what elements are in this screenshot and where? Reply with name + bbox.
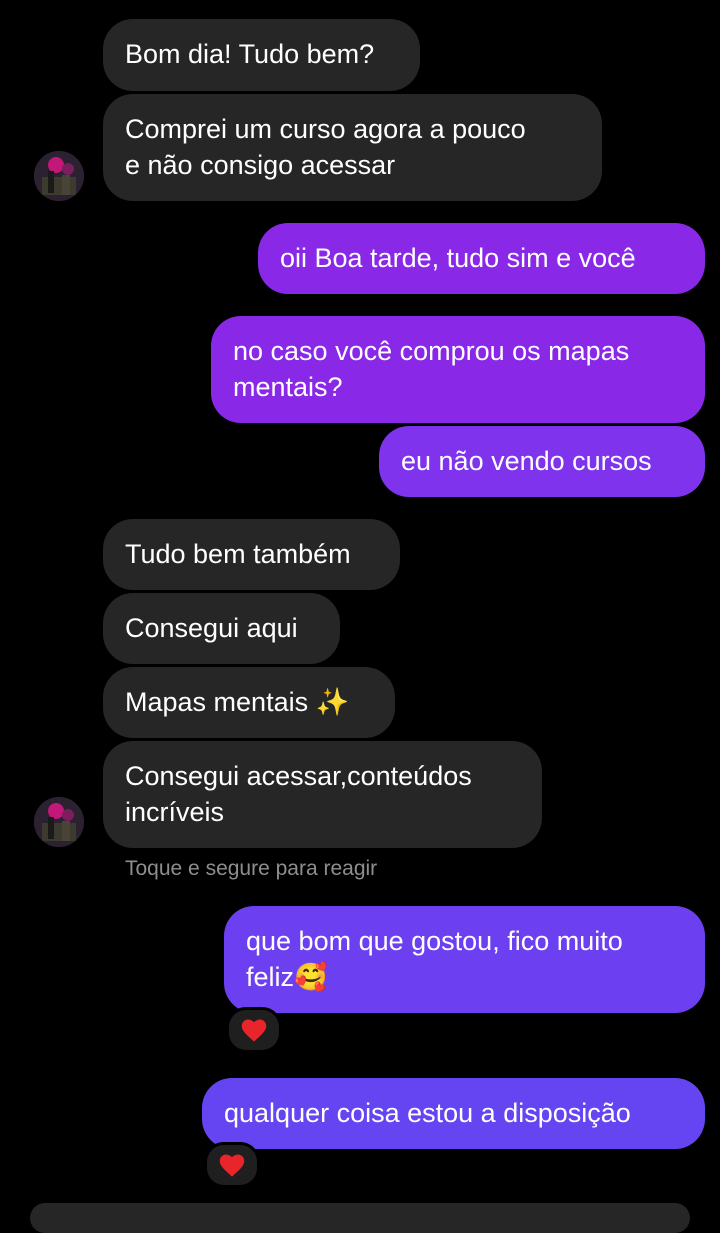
message-composer[interactable]: [30, 1203, 690, 1233]
heart-icon: [241, 1019, 267, 1042]
message-outgoing-5[interactable]: qualquer coisa estou a disposição: [202, 1078, 705, 1149]
message-incoming-6[interactable]: Consegui acessar,conteúdos incríveis: [103, 741, 542, 848]
avatar-image-icon: [34, 151, 84, 201]
message-outgoing-2[interactable]: no caso você comprou os mapas mentais?: [211, 316, 705, 423]
message-outgoing-3[interactable]: eu não vendo cursos: [379, 426, 705, 497]
reaction-hint: Toque e segure para reagir: [125, 857, 378, 880]
message-incoming-5[interactable]: Mapas mentais ✨: [103, 667, 395, 738]
avatar-image-icon: [34, 797, 84, 847]
message-incoming-2[interactable]: Comprei um curso agora a pouco e não con…: [103, 94, 602, 201]
contact-avatar[interactable]: [34, 151, 84, 201]
message-incoming-1[interactable]: Bom dia! Tudo bem?: [103, 19, 420, 91]
message-outgoing-4[interactable]: que bom que gostou, fico muito feliz🥰: [224, 906, 705, 1013]
message-outgoing-1[interactable]: oii Boa tarde, tudo sim e você: [258, 223, 705, 294]
contact-avatar[interactable]: [34, 797, 84, 847]
message-incoming-3[interactable]: Tudo bem também: [103, 519, 400, 590]
message-incoming-4[interactable]: Consegui aqui: [103, 593, 340, 664]
message-reaction[interactable]: [204, 1142, 260, 1188]
heart-icon: [219, 1154, 245, 1177]
message-reaction[interactable]: [226, 1007, 282, 1053]
